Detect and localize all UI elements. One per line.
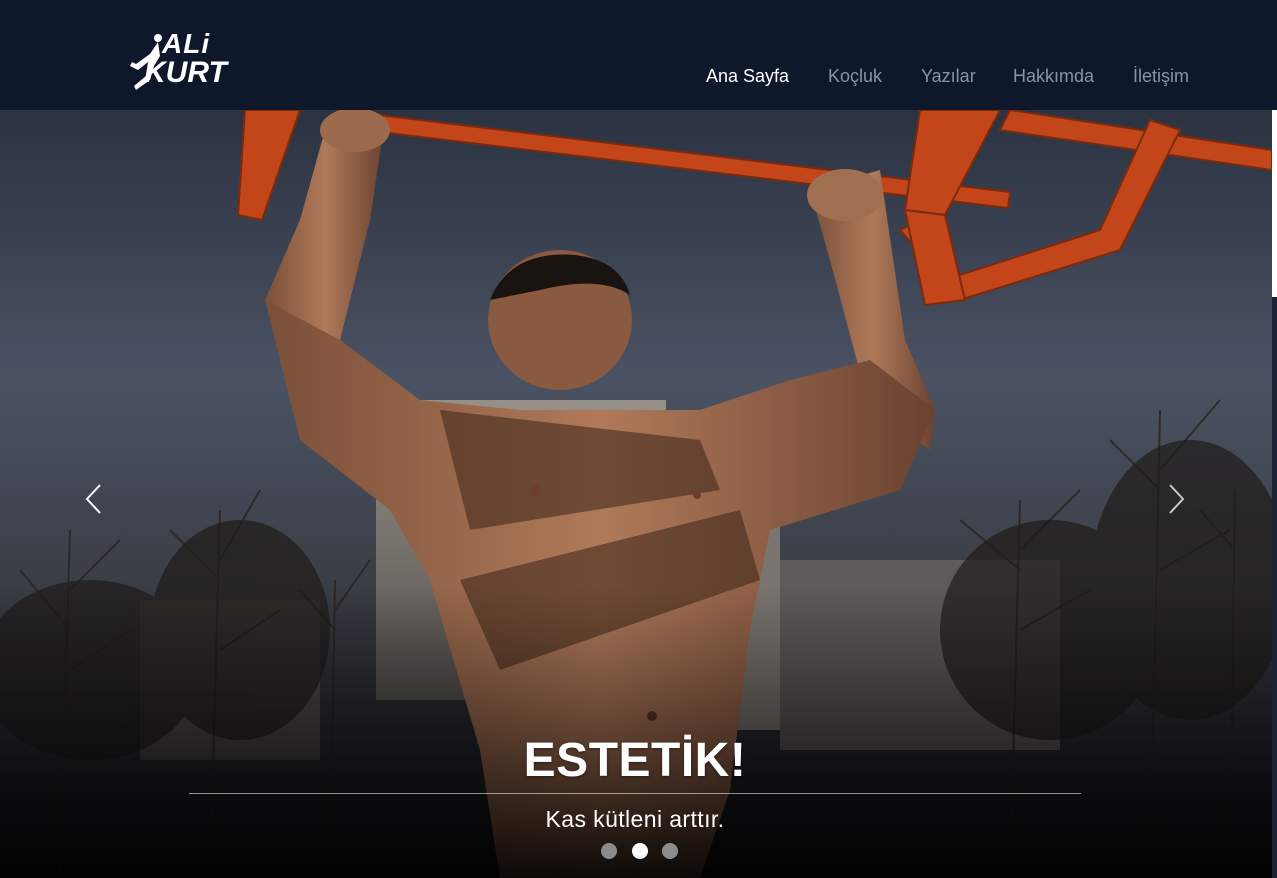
site-header: ALi KURT Ana Sayfa Koçluk Yazılar Hakkım… — [0, 0, 1277, 110]
nav-item-kocluk[interactable]: Koçluk — [828, 64, 882, 88]
carousel-indicator-3[interactable] — [662, 843, 678, 859]
site-logo[interactable]: ALi KURT — [128, 30, 252, 92]
nav-item-ana-sayfa[interactable]: Ana Sayfa — [706, 64, 789, 88]
caption-divider — [189, 793, 1081, 794]
nav-item-hakkimda[interactable]: Hakkımda — [1013, 64, 1094, 88]
slide-title: ESTETİK! — [523, 734, 747, 787]
chevron-left-icon — [85, 484, 101, 514]
carousel-indicator-1[interactable] — [601, 843, 617, 859]
carousel-indicator-2[interactable] — [632, 843, 648, 859]
slide-subtitle: Kas kütleni arttır. — [545, 806, 725, 832]
carousel-caption: ESTETİK! Kas kütleni arttır. — [189, 732, 1081, 834]
logo-text-kurt: KURT — [144, 56, 227, 89]
carousel-prev-button[interactable] — [80, 482, 110, 516]
nav-item-iletisim[interactable]: İletişim — [1133, 64, 1189, 88]
carousel-next-button[interactable] — [1161, 482, 1191, 516]
page-edge-dark — [1272, 297, 1277, 878]
chevron-right-icon — [1169, 484, 1185, 514]
logo-text-ali: ALi — [162, 28, 211, 59]
nav-item-yazilar[interactable]: Yazılar — [921, 64, 976, 88]
